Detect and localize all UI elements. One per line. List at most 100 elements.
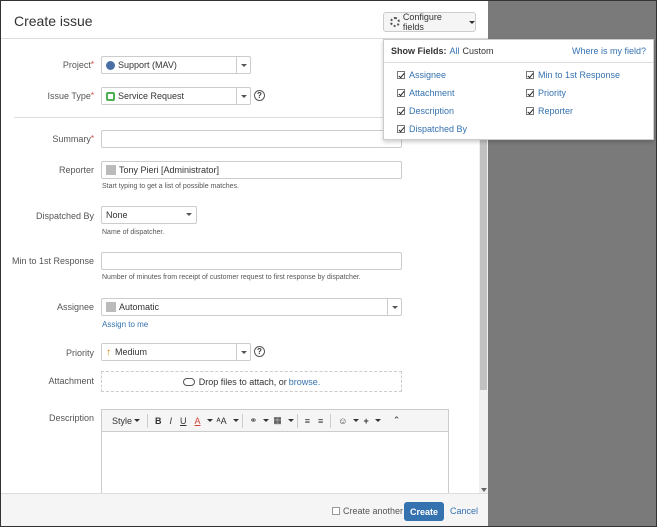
assignee-select[interactable]: Automatic	[101, 298, 402, 316]
reporter-value: Tony Pieri [Administrator]	[119, 165, 220, 175]
text-color-button[interactable]: A	[191, 413, 205, 429]
field-toggle-assignee[interactable]: Assignee	[397, 70, 446, 80]
show-all-link[interactable]: All	[450, 46, 460, 56]
drop-text: Drop files to attach, or	[198, 376, 287, 387]
checkbox-checked[interactable]	[526, 89, 534, 97]
dispatched-by-value: None	[106, 210, 128, 220]
dialog-header: Create issue Configure fields	[1, 1, 488, 39]
priority-dropdown-toggle[interactable]	[236, 344, 250, 360]
assignee-value: Automatic	[119, 302, 160, 312]
show-fields-label: Show Fields:	[391, 46, 447, 56]
field-toggle-reporter[interactable]: Reporter	[526, 106, 573, 116]
emoticon-icon[interactable]: ☺	[334, 413, 351, 429]
summary-input[interactable]	[101, 130, 402, 148]
min-first-response-input[interactable]	[101, 252, 402, 270]
project-select[interactable]: Support (MAV)	[101, 56, 251, 74]
insert-more-icon[interactable]: +	[359, 413, 372, 429]
image-icon[interactable]: ▦	[269, 413, 286, 429]
create-another-label: Create another	[343, 506, 404, 516]
assignee-label: Assignee	[56, 302, 94, 312]
min-first-response-hint: Number of minutes from receipt of custom…	[102, 274, 361, 281]
reporter-input[interactable]: Tony Pieri [Administrator]	[101, 161, 402, 179]
issue-type-dropdown-toggle[interactable]	[236, 88, 250, 104]
scroll-down-icon[interactable]	[481, 488, 487, 492]
caret-down-icon	[469, 20, 475, 24]
toolbar-separator	[296, 413, 298, 428]
assignee-dropdown-toggle[interactable]	[387, 299, 401, 315]
field-toggle-min-first-response[interactable]: Min to 1st Response	[526, 70, 620, 80]
user-avatar-icon	[106, 302, 116, 312]
reporter-hint: Start typing to get a list of possible m…	[102, 183, 239, 190]
toolbar-separator	[241, 413, 243, 428]
configure-fields-button[interactable]: Configure fields	[383, 12, 476, 32]
project-avatar-icon	[106, 60, 115, 70]
toolbar-separator	[147, 413, 149, 428]
where-is-my-field-link[interactable]: Where is my field?	[572, 46, 646, 56]
show-custom-option[interactable]: Custom	[463, 46, 494, 56]
checkbox-checked[interactable]	[526, 107, 534, 115]
issue-type-select[interactable]: Service Request	[101, 87, 251, 105]
priority-select[interactable]: ↑ Medium	[101, 343, 251, 361]
bullet-list-icon[interactable]: ≡	[301, 413, 314, 429]
checkbox-checked[interactable]	[397, 89, 405, 97]
configure-fields-label: Configure fields	[402, 12, 442, 32]
field-toggle-description[interactable]: Description	[397, 106, 454, 116]
create-another-option[interactable]: Create another	[332, 506, 403, 516]
dispatched-by-label: Dispatched By	[35, 211, 94, 221]
priority-arrow-icon: ↑	[106, 346, 111, 358]
editor-toolbar: Style B I U A ᴬA ⚭ ▦ ≡ ≡ ☺ + ⌃	[102, 410, 448, 432]
attachment-dropzone[interactable]: Drop files to attach, or browse.	[101, 371, 402, 392]
insert-more-caret-icon	[374, 419, 381, 422]
dispatched-by-hint: Name of dispatcher.	[102, 229, 165, 236]
dispatched-by-select[interactable]: None	[101, 206, 197, 224]
project-value: Support (MAV)	[118, 60, 177, 70]
more-formatting-button[interactable]: ᴬA	[213, 413, 231, 429]
service-request-icon	[106, 91, 115, 101]
collapse-toolbar-icon[interactable]: ⌃	[389, 413, 405, 429]
field-toggle-attachment[interactable]: Attachment	[397, 88, 455, 98]
dialog-footer: Create another Create Cancel	[1, 493, 488, 526]
show-fields-header: Show Fields: All Custom	[391, 46, 494, 56]
user-avatar-icon	[106, 165, 116, 175]
field-toggle-dispatched-by[interactable]: Dispatched By	[397, 124, 467, 134]
attachment-label: Attachment	[48, 376, 94, 386]
description-label: Description	[48, 413, 94, 423]
chevron-down-icon	[240, 350, 247, 354]
link-icon[interactable]: ⚭	[246, 413, 262, 429]
checkbox-checked[interactable]	[397, 107, 405, 115]
browse-link[interactable]: browse.	[289, 377, 321, 387]
cancel-link[interactable]: Cancel	[450, 506, 478, 516]
underline-button[interactable]: U	[176, 413, 191, 429]
toolbar-separator	[330, 413, 332, 428]
bold-button[interactable]: B	[151, 413, 166, 429]
description-editor[interactable]: Style B I U A ᴬA ⚭ ▦ ≡ ≡ ☺ + ⌃	[101, 409, 449, 493]
chevron-down-icon	[240, 94, 247, 98]
checkbox-checked[interactable]	[526, 71, 534, 79]
checkbox-checked[interactable]	[397, 71, 405, 79]
help-icon[interactable]: ?	[254, 90, 265, 101]
image-caret-icon	[287, 419, 294, 422]
popup-divider	[384, 62, 653, 63]
field-toggle-priority[interactable]: Priority	[526, 88, 566, 98]
style-dropdown[interactable]: Style	[108, 413, 144, 429]
summary-label: Summary*	[52, 134, 94, 144]
issue-type-label: Issue Type*	[47, 91, 95, 101]
chevron-down-icon	[240, 63, 247, 67]
checkbox-checked[interactable]	[397, 125, 405, 133]
create-another-checkbox[interactable]	[332, 507, 340, 515]
project-dropdown-toggle[interactable]	[236, 57, 250, 73]
italic-button[interactable]: I	[166, 413, 177, 429]
priority-value: Medium	[115, 347, 148, 357]
chevron-down-icon	[186, 213, 192, 216]
more-formatting-caret-icon[interactable]	[232, 419, 239, 422]
reporter-label: Reporter	[58, 165, 94, 175]
dialog-title: Create issue	[14, 13, 93, 29]
create-button[interactable]: Create	[404, 502, 444, 521]
issue-type-value: Service Request	[118, 91, 185, 101]
numbered-list-icon[interactable]: ≡	[314, 413, 327, 429]
assign-to-me-link[interactable]: Assign to me	[102, 320, 148, 329]
min-first-response-label: Min to 1st Response	[11, 256, 94, 266]
priority-label: Priority	[65, 348, 94, 358]
help-icon[interactable]: ?	[254, 346, 265, 357]
configure-fields-popup: Show Fields: All Custom Where is my fiel…	[383, 39, 654, 140]
